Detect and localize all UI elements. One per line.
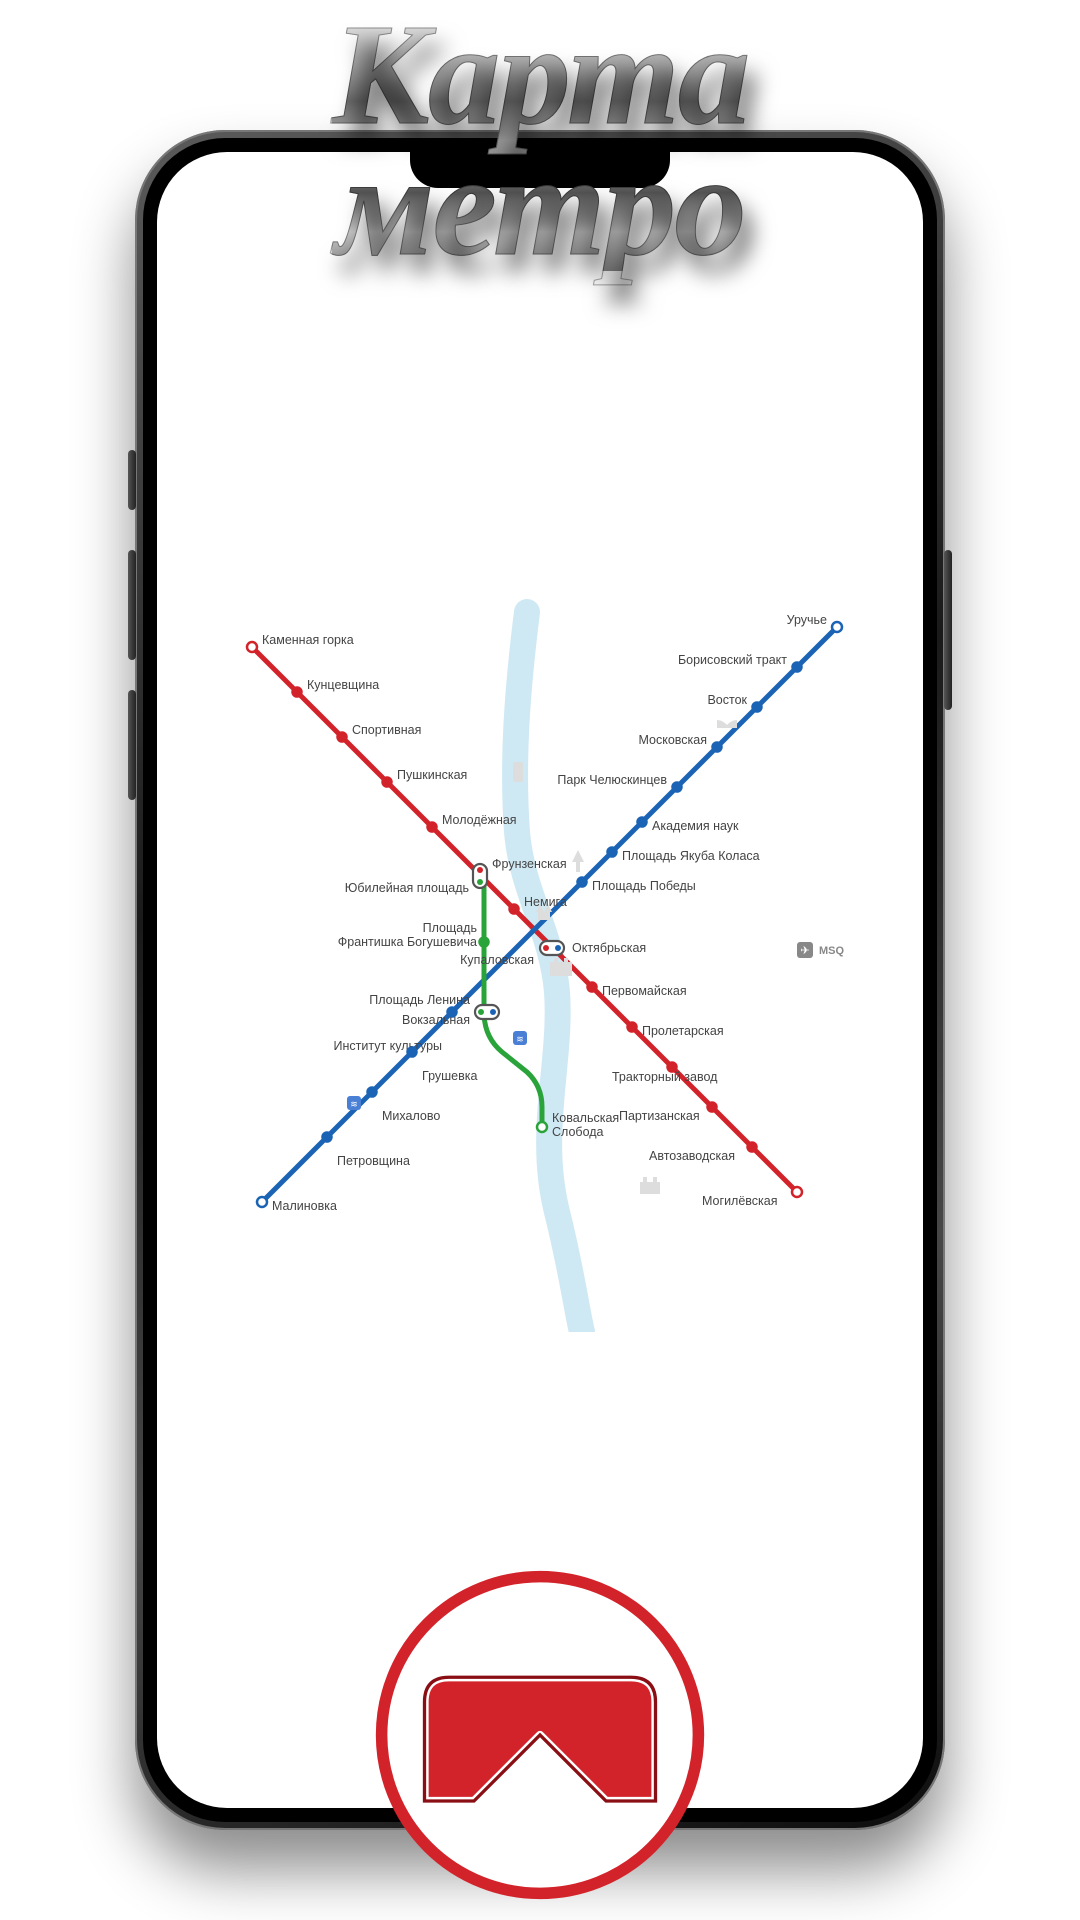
label-akademiya-nauk: Академия наук <box>652 819 739 833</box>
metro-map[interactable]: ≋ ≋ ✈ MSQ Каменная горка Кунцев <box>157 572 923 1332</box>
station-ploshchad-bogushevicha[interactable] <box>480 938 489 947</box>
interchange-dot <box>477 879 483 885</box>
station-malinovka[interactable] <box>257 1197 267 1207</box>
station-borisovsky-trakt[interactable] <box>793 663 802 672</box>
label-park-chelyuskincev: Парк Челюскинцев <box>557 773 667 787</box>
label-ploshchad-lenina: Площадь Ленина <box>369 993 470 1007</box>
station-ploshchad-yakuba-kolasa[interactable] <box>608 848 617 857</box>
label-kovalskaya-sloboda-1: Ковальская <box>552 1111 619 1125</box>
station-uruchye[interactable] <box>832 622 842 632</box>
label-vostok: Восток <box>707 693 747 707</box>
phone-mute-switch <box>128 450 136 510</box>
label-molodezhnaya: Молодёжная <box>442 813 517 827</box>
rail-badge-2: ≋ <box>347 1096 361 1110</box>
airport-badge: ✈ MSQ <box>797 942 845 958</box>
station-pervomayskaya[interactable] <box>588 983 597 992</box>
station-kuncevshchina[interactable] <box>293 688 302 697</box>
label-pervomayskaya: Первомайская <box>602 984 687 998</box>
svg-text:≋: ≋ <box>350 1099 358 1109</box>
app-title: Карта метро <box>332 10 749 271</box>
label-avtozavodskaya: Автозаводская <box>649 1149 735 1163</box>
label-proletarskaya: Пролетарская <box>642 1024 724 1038</box>
station-nemiga[interactable] <box>510 905 519 914</box>
label-uruchye: Уручье <box>787 613 827 627</box>
label-yubileynaya-ploshchad: Юбилейная площадь <box>345 881 469 895</box>
station-kamennaya-gorka[interactable] <box>247 642 257 652</box>
label-vokzalnaya: Вокзальная <box>402 1013 470 1027</box>
label-malinovka: Малиновка <box>272 1199 337 1213</box>
label-moskovskaya: Московская <box>638 733 707 747</box>
title-line-2: метро <box>332 141 749 272</box>
phone-power-button <box>944 550 952 710</box>
station-avtozavodskaya[interactable] <box>748 1143 757 1152</box>
metro-map-svg[interactable]: ≋ ≋ ✈ MSQ Каменная горка Кунцев <box>157 572 923 1332</box>
label-ploshchad-bogushevicha-1: Площадь <box>423 921 477 935</box>
label-nemiga: Немига <box>524 895 567 909</box>
station-vostok[interactable] <box>753 703 762 712</box>
label-partizanskaya: Партизанская <box>619 1109 700 1123</box>
airport-code: MSQ <box>819 945 845 957</box>
label-institut-kultury: Институт культуры <box>334 1039 442 1053</box>
metro-logo <box>375 1570 705 1900</box>
station-akademiya-nauk[interactable] <box>638 818 647 827</box>
station-park-chelyuskincev[interactable] <box>673 783 682 792</box>
label-frunzenskaya: Фрунзенская <box>492 857 567 871</box>
interchange-dot <box>543 945 549 951</box>
label-petrovshchina: Петровщина <box>337 1154 410 1168</box>
interchange-dot <box>477 867 483 873</box>
label-ploshchad-yakuba-kolasa: Площадь Якуба Коласа <box>622 849 760 863</box>
station-partizanskaya[interactable] <box>708 1103 717 1112</box>
label-oktyabrskaya: Октябрьская <box>572 941 646 955</box>
label-traktorny-zavod: Тракторный завод <box>612 1070 718 1084</box>
label-mikhalovo: Михалово <box>382 1109 440 1123</box>
station-sportivnaya[interactable] <box>338 733 347 742</box>
svg-text:≋: ≋ <box>516 1034 524 1044</box>
label-kovalskaya-sloboda-2: Слобода <box>552 1125 604 1139</box>
station-molodezhnaya[interactable] <box>428 823 437 832</box>
interchange-dot <box>490 1009 496 1015</box>
station-moskovskaya[interactable] <box>713 743 722 752</box>
rail-badge-1: ≋ <box>513 1031 527 1045</box>
phone-volume-up <box>128 550 136 660</box>
label-kamennaya-gorka: Каменная горка <box>262 633 354 647</box>
station-mikhalovo[interactable] <box>368 1088 377 1097</box>
station-pushkinskaya[interactable] <box>383 778 392 787</box>
label-borisovsky-trakt: Борисовский тракт <box>678 653 787 667</box>
interchange-dot <box>478 1009 484 1015</box>
label-mogilevskaya: Могилёвская <box>702 1194 778 1208</box>
interchange-dot <box>555 945 561 951</box>
station-proletarskaya[interactable] <box>628 1023 637 1032</box>
station-ploshchad-pobedy[interactable] <box>578 878 587 887</box>
label-pushkinskaya: Пушкинская <box>397 768 467 782</box>
label-ploshchad-bogushevicha-2: Франтишка Богушевича <box>338 935 477 949</box>
station-mogilevskaya[interactable] <box>792 1187 802 1197</box>
label-kuncevshchina: Кунцевщина <box>307 678 379 692</box>
label-sportivnaya: Спортивная <box>352 723 421 737</box>
station-kovalskaya-sloboda[interactable] <box>537 1122 547 1132</box>
station-grushevka[interactable] <box>408 1048 417 1057</box>
label-ploshchad-pobedy: Площадь Победы <box>592 879 696 893</box>
station-petrovshchina[interactable] <box>323 1133 332 1142</box>
phone-screen: ≋ ≋ ✈ MSQ Каменная горка Кунцев <box>157 152 923 1808</box>
phone-volume-down <box>128 690 136 800</box>
svg-text:✈: ✈ <box>800 945 809 957</box>
label-kupalovskaya: Купаловская <box>460 953 534 967</box>
label-grushevka: Грушевка <box>422 1069 477 1083</box>
